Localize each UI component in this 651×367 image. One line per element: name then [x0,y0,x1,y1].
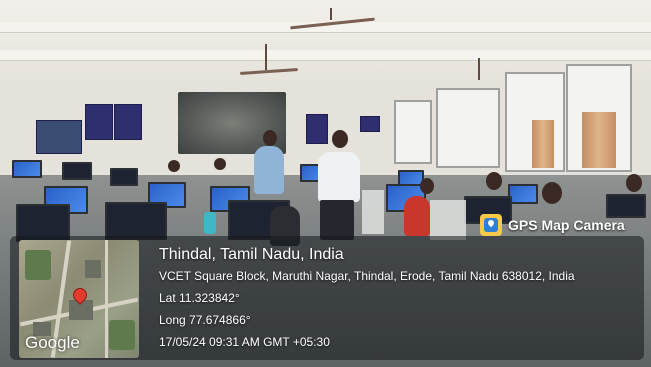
curtain [532,120,554,168]
location-map-thumbnail: Google [19,240,139,358]
computer-monitor [12,160,42,178]
computer-monitor [62,162,92,180]
instructor-trousers [320,200,354,240]
gps-map-camera-icon [480,214,502,236]
computer-monitor [110,168,138,186]
geotag-info: Thindal, Tamil Nadu, India VCET Square B… [159,245,639,353]
standing-instructor [318,152,360,202]
location-address: VCET Square Block, Maruthi Nagar, Thinda… [159,269,575,283]
gps-map-camera-badge: GPS Map Camera [480,212,644,238]
cubicle-divider [430,200,466,240]
water-bottle [204,212,216,234]
window [394,100,432,164]
person-head [626,174,642,192]
poster [85,104,113,140]
poster [114,104,142,140]
person-head [214,158,226,170]
latitude: Lat 11.323842° [159,291,240,305]
google-watermark: Google [25,333,80,352]
window [436,88,500,168]
poster [360,116,380,132]
longitude: Long 77.674866° [159,313,251,327]
badge-label: GPS Map Camera [508,217,625,233]
seated-student [404,196,430,236]
notice-board [36,120,82,154]
person-head [486,172,502,190]
curtain [582,112,616,168]
computer-monitor [508,184,538,204]
ceiling [0,0,651,80]
person-head [332,130,348,148]
ceiling-beam [0,50,651,61]
cubicle-divider [362,190,384,234]
poster [306,114,328,144]
timestamp: 17/05/24 09:31 AM GMT +05:30 [159,335,330,349]
location-title: Thindal, Tamil Nadu, India [159,246,344,263]
person-head [542,182,562,204]
computer-monitor [105,202,167,240]
person-head [263,130,277,146]
person-head [168,160,180,172]
person-head [420,178,434,194]
standing-person [254,146,284,194]
